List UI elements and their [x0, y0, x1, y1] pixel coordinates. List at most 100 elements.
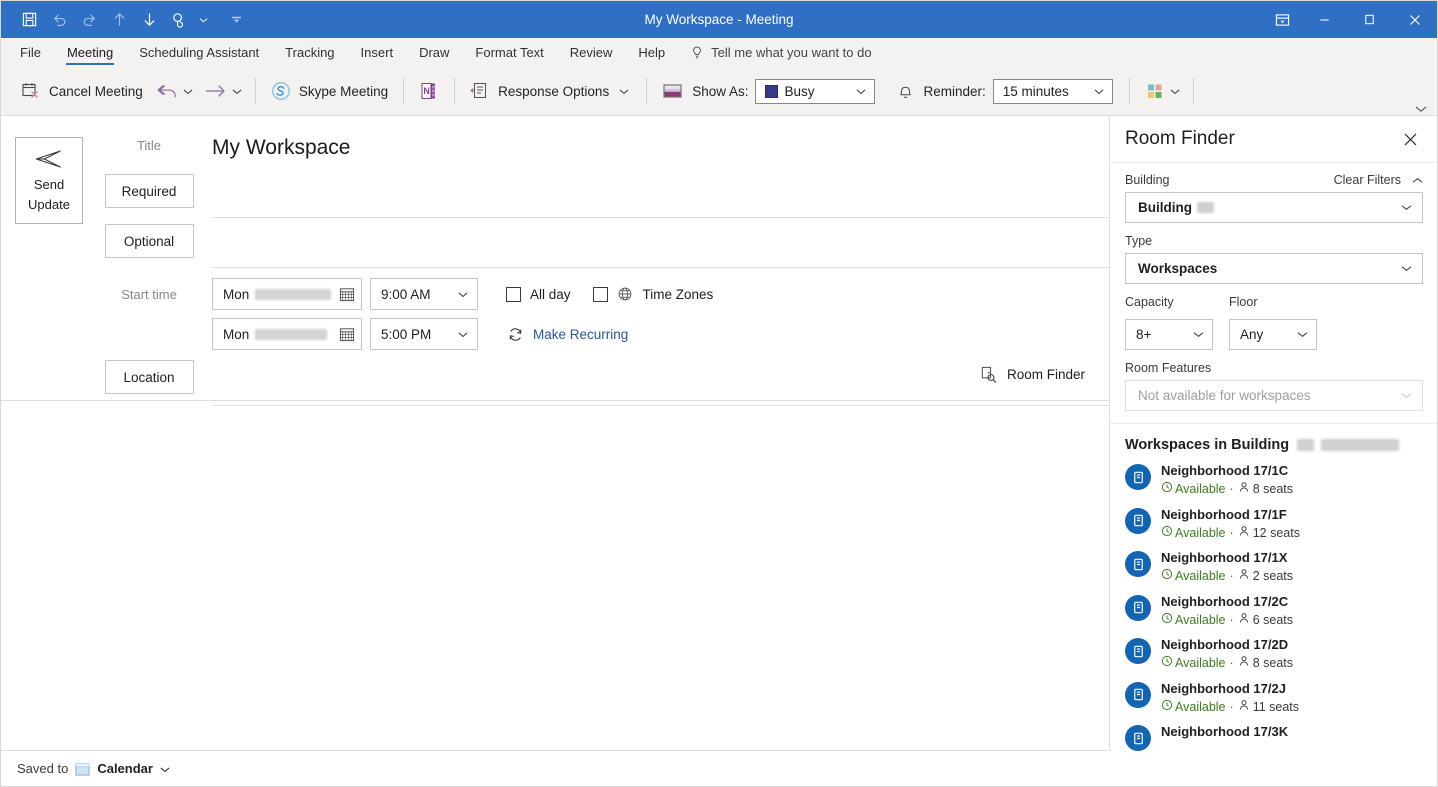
clock-icon [1161, 524, 1173, 542]
meeting-notes-button[interactable]: N [412, 74, 446, 108]
bell-icon [896, 82, 915, 101]
maximize-button[interactable] [1347, 1, 1392, 38]
meta-separator: · [1229, 525, 1234, 540]
tab-review[interactable]: Review [557, 38, 626, 67]
response-options-button[interactable]: Response Options [463, 74, 638, 108]
meeting-body-notes[interactable] [1, 401, 1109, 750]
categorize-button[interactable] [1138, 74, 1165, 108]
collapse-ribbon-icon[interactable] [1415, 105, 1427, 113]
optional-button[interactable]: Optional [104, 224, 194, 258]
send-column: Send Update [15, 128, 93, 406]
chevron-down-icon[interactable] [1292, 331, 1312, 338]
tell-me-label: Tell me what you want to do [711, 45, 872, 60]
list-item[interactable]: Neighborhood 17/1X Available · 2 seats [1125, 549, 1423, 593]
required-button[interactable]: Required [104, 174, 194, 208]
down-arrow-icon[interactable] [135, 6, 163, 33]
room-finder-toggle-button[interactable]: Room Finder [979, 365, 1085, 384]
skype-link-icon[interactable] [165, 6, 193, 33]
reply-dropdown-caret-icon[interactable] [178, 74, 198, 108]
type-dropdown[interactable]: Workspaces [1125, 253, 1423, 284]
floor-dropdown[interactable]: Any [1229, 319, 1317, 350]
title-field[interactable]: My Workspace [212, 128, 1109, 168]
capacity-dropdown[interactable]: 8+ [1125, 319, 1213, 350]
room-finder-results[interactable]: Workspaces in Building Neighborhood 17/1… [1110, 424, 1437, 786]
show-as-dropdown[interactable]: Busy [755, 78, 876, 104]
list-item[interactable]: Neighborhood 17/1C Available · 8 seats [1125, 462, 1423, 506]
reply-icon [157, 82, 178, 100]
categorize-caret-icon[interactable] [1165, 74, 1185, 108]
calendar-picker-icon[interactable] [338, 326, 355, 342]
chevron-down-icon[interactable] [1396, 204, 1416, 211]
up-arrow-icon[interactable] [105, 6, 133, 33]
skype-meeting-button[interactable]: Skype Meeting [264, 74, 395, 108]
onenote-icon: N [419, 81, 439, 101]
undo-icon[interactable] [45, 6, 73, 33]
start-date-input[interactable]: Mon [212, 278, 362, 310]
list-item[interactable]: Neighborhood 17/1F Available · 12 seats [1125, 506, 1423, 550]
reply-button[interactable] [150, 74, 178, 108]
ribbon-display-options-icon[interactable] [1262, 1, 1302, 38]
tab-file[interactable]: File [7, 38, 54, 67]
tab-insert[interactable]: Insert [348, 38, 407, 67]
cancel-meeting-button[interactable]: Cancel Meeting [14, 74, 150, 108]
clear-filters-button[interactable]: Clear Filters [1334, 173, 1401, 187]
start-time-row: Start time Mon 9:00 AM All day Time Zone… [101, 274, 1109, 354]
tab-help[interactable]: Help [625, 38, 678, 67]
saved-to-caret-icon[interactable] [160, 761, 170, 776]
chevron-up-icon[interactable] [1401, 177, 1423, 184]
chevron-down-icon[interactable] [1188, 331, 1208, 338]
tab-tracking[interactable]: Tracking [272, 38, 347, 67]
response-options-caret-icon[interactable] [617, 74, 631, 108]
make-recurring-button[interactable]: Make Recurring [506, 325, 628, 343]
customize-qat-caret-icon[interactable] [228, 6, 245, 33]
availability-label: Available [1175, 569, 1226, 583]
location-input[interactable] [212, 360, 1109, 406]
start-time-label: Start time [121, 286, 177, 302]
title-input[interactable]: My Workspace [212, 135, 350, 160]
reminder-dropdown[interactable]: 15 minutes [992, 78, 1113, 104]
tab-draw[interactable]: Draw [406, 38, 462, 67]
chevron-down-icon[interactable] [1396, 265, 1416, 272]
calendar-picker-icon[interactable] [338, 286, 355, 302]
forward-dropdown-caret-icon[interactable] [227, 74, 247, 108]
clock-icon [1161, 611, 1173, 629]
close-icon[interactable] [1397, 126, 1423, 152]
save-icon[interactable] [15, 6, 43, 33]
tab-format-text[interactable]: Format Text [462, 38, 556, 67]
required-input[interactable] [212, 174, 1109, 218]
redo-icon[interactable] [75, 6, 103, 33]
send-update-button[interactable]: Send Update [15, 137, 83, 224]
tab-scheduling-assistant[interactable]: Scheduling Assistant [126, 38, 272, 67]
close-button[interactable] [1392, 1, 1437, 38]
list-item[interactable]: Neighborhood 17/2C Available · 6 seats [1125, 593, 1423, 637]
end-time-dropdown[interactable]: 5:00 PM [370, 318, 478, 350]
location-button[interactable]: Location [104, 360, 194, 394]
seat-count-label: 8 seats [1252, 656, 1293, 670]
minimize-button[interactable] [1302, 1, 1347, 38]
list-item[interactable]: Neighborhood 17/2J Available · 11 seats [1125, 680, 1423, 724]
svg-text:N: N [424, 86, 431, 96]
tab-meeting[interactable]: Meeting [54, 38, 126, 67]
time-zones-checkbox[interactable] [592, 286, 608, 302]
availability-label: Available [1175, 656, 1226, 670]
chevron-down-icon[interactable] [453, 331, 473, 338]
skype-dropdown-caret-icon[interactable] [195, 6, 212, 33]
time-zones-group: Time Zones [592, 286, 713, 303]
seat-count-label: 2 seats [1252, 569, 1293, 583]
tab-label: Help [638, 45, 666, 60]
tell-me-search[interactable]: Tell me what you want to do [678, 38, 884, 67]
chevron-down-icon[interactable] [453, 291, 473, 298]
saved-to-row[interactable]: Saved to Calendar [17, 761, 170, 776]
all-day-checkbox[interactable] [506, 286, 521, 302]
start-time-dropdown[interactable]: 9:00 AM [370, 278, 478, 310]
meta-separator: · [1229, 699, 1234, 714]
optional-input[interactable] [212, 224, 1109, 268]
chevron-down-icon[interactable] [1090, 88, 1108, 95]
list-item[interactable]: Neighborhood 17/3K [1125, 723, 1423, 767]
chevron-down-icon[interactable] [852, 88, 870, 95]
list-item[interactable]: Neighborhood 17/2D Available · 8 seats [1125, 636, 1423, 680]
forward-button[interactable] [198, 74, 227, 108]
building-dropdown[interactable]: Building [1125, 192, 1423, 223]
end-date-input[interactable]: Mon [212, 318, 362, 350]
start-time-value-cell: Mon 9:00 AM All day Time Zones Mon 5:00 … [197, 274, 1109, 354]
